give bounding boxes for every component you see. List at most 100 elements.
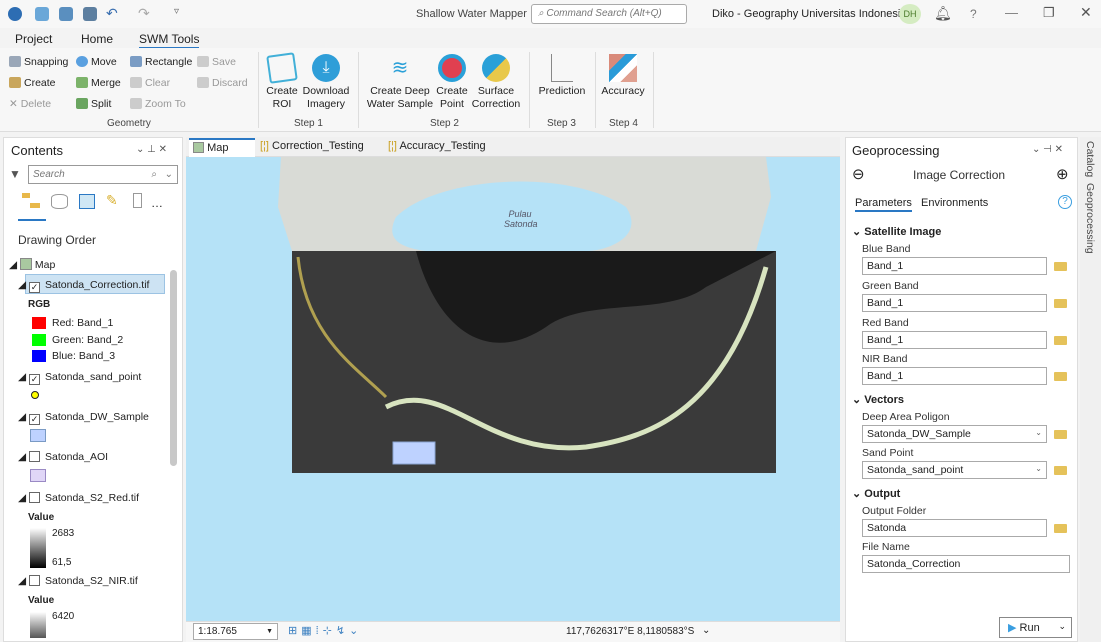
scale-selector[interactable]: 1:18.765 ▼: [193, 623, 278, 640]
create-button[interactable]: Create: [9, 77, 56, 89]
map-view[interactable]: Pulau Satonda: [186, 157, 840, 621]
layer-satonda-aoi[interactable]: ◢ Satonda_AOI: [18, 451, 108, 463]
tab-swm-tools[interactable]: SWM Tools: [139, 32, 200, 49]
layer-checkbox[interactable]: [29, 451, 40, 462]
folder-icon[interactable]: [1054, 372, 1067, 381]
download-imagery-button[interactable]: ⤓ Download Imagery: [300, 54, 352, 111]
layer-checkbox[interactable]: ✓: [29, 374, 40, 385]
band-label-blue: Blue: Band_3: [52, 350, 116, 362]
drawing-order-icon[interactable]: [22, 193, 40, 209]
point-symbol: [31, 391, 39, 399]
undo-icon[interactable]: ↶: [106, 5, 118, 22]
section-vectors[interactable]: ⌄ Vectors: [852, 393, 904, 406]
nir-band-input[interactable]: Band_1: [862, 367, 1047, 385]
filter-icon[interactable]: ▼: [9, 167, 21, 181]
customize-qat-icon[interactable]: ▿: [174, 6, 179, 17]
accuracy-button[interactable]: Accuracy: [600, 54, 646, 98]
map-status-tools[interactable]: ⊞▦⁞⊹↯⌄: [288, 624, 362, 637]
add-icon[interactable]: ⊕: [1056, 165, 1069, 183]
zoom-to-button[interactable]: Zoom To: [130, 98, 186, 110]
editing-icon[interactable]: ✎: [106, 192, 118, 209]
folder-icon[interactable]: [1054, 524, 1067, 533]
layer-checkbox[interactable]: [29, 575, 40, 586]
map-tab-accuracy-testing[interactable]: [¦] Accuracy_Testing: [388, 140, 486, 152]
layer-checkbox[interactable]: ✓: [29, 282, 40, 293]
sand-point-select[interactable]: Satonda_sand_point ⌄: [862, 461, 1047, 479]
clear-button[interactable]: Clear: [130, 77, 170, 89]
side-tab-catalog[interactable]: Catalog: [1084, 141, 1096, 177]
map-node[interactable]: ◢ Map: [9, 258, 55, 271]
avatar[interactable]: DH: [899, 4, 921, 24]
layer-satonda-s2-red[interactable]: ◢ Satonda_S2_Red.tif: [18, 492, 139, 504]
folder-icon[interactable]: [1054, 336, 1067, 345]
tab-project[interactable]: Project: [15, 32, 52, 46]
new-project-icon[interactable]: [35, 7, 49, 21]
output-folder-input[interactable]: Satonda: [862, 519, 1047, 537]
tab-parameters[interactable]: Parameters: [855, 197, 912, 212]
chevron-down-icon[interactable]: ⌄: [165, 169, 173, 180]
open-project-icon[interactable]: [59, 7, 73, 21]
snapping-button[interactable]: Snapping: [9, 56, 68, 68]
create-point-button[interactable]: Create Point: [436, 54, 468, 111]
prediction-button[interactable]: Prediction: [536, 54, 588, 98]
surface-correction-button[interactable]: Surface Correction: [470, 54, 522, 111]
redo-icon[interactable]: ↷: [138, 5, 150, 22]
section-output[interactable]: ⌄ Output: [852, 487, 900, 500]
tab-home[interactable]: Home: [81, 32, 113, 46]
panel-menu-icon[interactable]: ⌄ ⊣ ✕: [1032, 144, 1063, 155]
layer-satonda-dw-sample[interactable]: ◢ ✓ Satonda_DW_Sample: [18, 411, 149, 425]
restore-icon[interactable]: ❐: [1043, 5, 1055, 21]
data-source-icon[interactable]: [51, 194, 68, 209]
chevron-down-icon: ⌄: [1058, 621, 1066, 631]
folder-icon[interactable]: [1054, 430, 1067, 439]
help-icon[interactable]: ?: [1058, 195, 1072, 209]
discard-button[interactable]: Discard: [197, 77, 248, 89]
map-tab-correction-testing[interactable]: [¦] Correction_Testing: [260, 140, 364, 152]
layer-satonda-sand-point[interactable]: ◢ ✓ Satonda_sand_point: [18, 371, 141, 385]
more-options-icon[interactable]: …: [151, 196, 163, 210]
layer-checkbox[interactable]: ✓: [29, 414, 40, 425]
layer-satonda-correction[interactable]: ◢ ✓ Satonda_Correction.tif: [18, 279, 149, 293]
command-search-input[interactable]: ⌕ Command Search (Alt+Q): [531, 4, 687, 24]
run-button[interactable]: ▶ Run ⌄: [999, 617, 1072, 638]
map-tab-map[interactable]: Map: [189, 138, 255, 157]
folder-icon[interactable]: [1054, 466, 1067, 475]
contents-scrollbar[interactable]: [170, 270, 177, 466]
divider: [358, 52, 359, 128]
panel-menu-icon[interactable]: ⌄ ⊥ ✕: [136, 144, 167, 155]
folder-icon[interactable]: [1054, 299, 1067, 308]
selection-icon[interactable]: [79, 194, 95, 209]
save-project-icon[interactable]: [83, 7, 97, 21]
contents-search-input[interactable]: Search ⌕ ⌄: [28, 165, 178, 184]
file-name-input[interactable]: Satonda_Correction: [862, 555, 1070, 573]
folder-icon[interactable]: [1054, 262, 1067, 271]
layer-satonda-s2-nir[interactable]: ◢ Satonda_S2_NIR.tif: [18, 575, 138, 587]
layer-checkbox[interactable]: [29, 492, 40, 503]
blue-band-input[interactable]: Band_1: [862, 257, 1047, 275]
help-icon[interactable]: ?: [970, 7, 977, 21]
red-band-input[interactable]: Band_1: [862, 331, 1047, 349]
bell-icon[interactable]: 🔔︎: [934, 5, 952, 22]
minimize-icon[interactable]: —: [1005, 5, 1018, 20]
dw-sample-polygon[interactable]: [392, 441, 436, 465]
create-roi-button[interactable]: Create ROI: [264, 52, 300, 111]
deep-area-select[interactable]: Satonda_DW_Sample ⌄: [862, 425, 1047, 443]
back-icon[interactable]: ⊖: [852, 165, 865, 183]
section-satellite-image[interactable]: ⌄ Satellite Image: [852, 225, 941, 238]
merge-button[interactable]: Merge: [76, 77, 121, 89]
group-label-step4: Step 4: [609, 118, 638, 129]
side-tab-geoprocessing[interactable]: Geoprocessing: [1084, 183, 1096, 254]
delete-button[interactable]: ✕ Delete: [9, 98, 51, 110]
split-button[interactable]: Split: [76, 98, 111, 110]
save-button[interactable]: Save: [197, 56, 236, 68]
chevron-down-icon[interactable]: ⌄: [702, 625, 710, 636]
close-icon[interactable]: ✕: [1080, 4, 1092, 21]
green-band-input[interactable]: Band_1: [862, 294, 1047, 312]
band-label-green: Green: Band_2: [52, 334, 124, 346]
group-label-step3: Step 3: [547, 118, 576, 129]
tab-environments[interactable]: Environments: [921, 197, 988, 209]
rectangle-button[interactable]: Rectangle: [130, 56, 192, 68]
create-deep-water-sample-button[interactable]: ≋ Create Deep Water Sample: [364, 54, 436, 111]
move-button[interactable]: Move: [76, 56, 117, 68]
snapping-icon[interactable]: [133, 193, 142, 208]
